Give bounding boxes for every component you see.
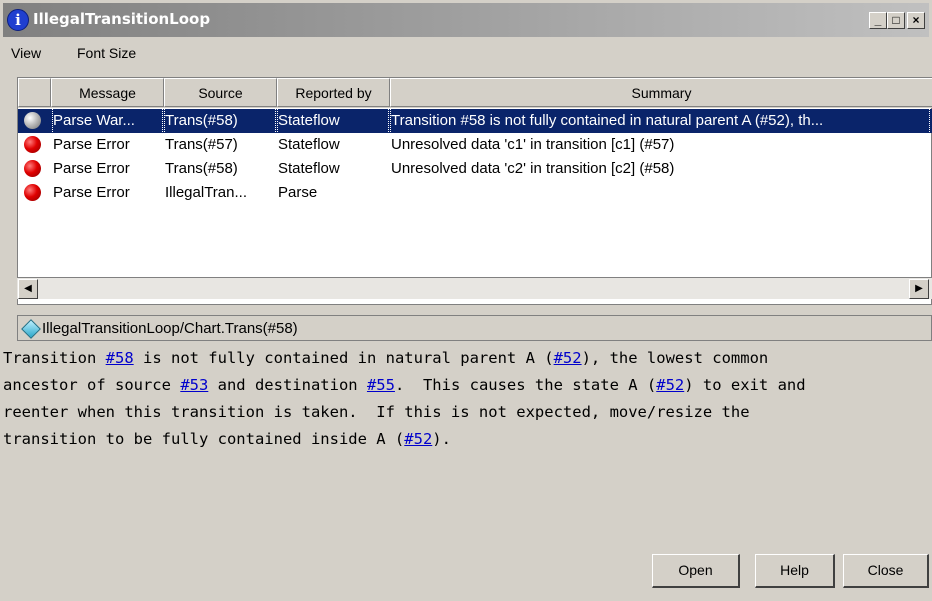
link-52[interactable]: #52	[554, 349, 582, 367]
warning-icon	[24, 112, 41, 129]
detail-text: transition to be fully contained inside …	[3, 430, 405, 448]
row-summary: Unresolved data 'c1' in transition [c1] …	[391, 136, 675, 153]
info-icon: i	[7, 9, 29, 31]
detail-text: . This causes the state A (	[394, 376, 657, 394]
scroll-right-button[interactable]: ▶	[909, 279, 929, 299]
row-reported-by: Stateflow	[278, 136, 340, 153]
menu-bar: View Font Size	[3, 39, 929, 65]
title-bar[interactable]: i IllegalTransitionLoop _ □ ×	[3, 3, 929, 37]
window-title: IllegalTransitionLoop	[33, 10, 211, 28]
scroll-left-button[interactable]: ◀	[18, 279, 38, 299]
explorer-window: i IllegalTransitionLoop _ □ × View Font …	[0, 0, 932, 601]
link-55[interactable]: #55	[367, 376, 395, 394]
close-window-button[interactable]: ×	[907, 12, 925, 29]
row-source: Trans(#58)	[165, 160, 238, 177]
detail-text: ).	[432, 430, 451, 448]
table-header: Message Source Reported by Summary	[18, 78, 932, 108]
menu-font-size[interactable]: Font Size	[77, 45, 136, 61]
detail-text: is not fully contained in natural parent…	[133, 349, 554, 367]
error-icon	[24, 184, 41, 201]
detail-text: ), the lowest common	[581, 349, 769, 367]
row-message: Parse Error	[53, 160, 130, 177]
icon-column-header[interactable]	[18, 78, 51, 107]
row-source: IllegalTran...	[165, 184, 247, 201]
column-header-source[interactable]: Source	[164, 78, 277, 107]
row-source: Trans(#58)	[164, 108, 276, 134]
link-53[interactable]: #53	[180, 376, 208, 394]
horizontal-scrollbar[interactable]: ◀ ▶	[17, 277, 932, 299]
row-message: Parse Error	[53, 136, 130, 153]
message-table: Message Source Reported by Summary Parse…	[17, 77, 932, 305]
table-row[interactable]: Parse Error Trans(#57) Stateflow Unresol…	[18, 133, 932, 157]
table-row[interactable]: Parse War... Trans(#58) Stateflow Transi…	[18, 108, 932, 134]
object-path: IllegalTransitionLoop/Chart.Trans(#58)	[42, 320, 298, 337]
message-detail: Transition #58 is not fully contained in…	[3, 345, 931, 453]
detail-text: reenter when this transition is taken. I…	[3, 403, 750, 421]
close-button[interactable]: Close	[843, 554, 929, 588]
menu-view[interactable]: View	[11, 45, 41, 61]
maximize-button[interactable]: □	[887, 12, 905, 29]
help-button[interactable]: Help	[755, 554, 835, 588]
table-row[interactable]: Parse Error Trans(#58) Stateflow Unresol…	[18, 157, 932, 181]
row-summary	[391, 181, 929, 205]
error-icon	[24, 160, 41, 177]
detail-text: ) to exit and	[684, 376, 806, 394]
link-52[interactable]: #52	[404, 430, 432, 448]
row-reported-by: Parse	[278, 184, 318, 201]
row-reported-by: Stateflow	[278, 160, 340, 177]
row-summary: Transition #58 is not fully contained in…	[390, 108, 930, 134]
error-icon	[24, 136, 41, 153]
column-header-summary[interactable]: Summary	[390, 78, 932, 107]
link-52[interactable]: #52	[656, 376, 684, 394]
object-path-bar: IllegalTransitionLoop/Chart.Trans(#58)	[17, 315, 932, 341]
row-source: Trans(#57)	[165, 136, 238, 153]
row-message: Parse Error	[53, 184, 130, 201]
detail-text: Transition	[3, 349, 106, 367]
open-button[interactable]: Open	[652, 554, 740, 588]
minimize-button[interactable]: _	[869, 12, 887, 29]
row-reported-by: Stateflow	[277, 108, 389, 134]
column-header-reported-by[interactable]: Reported by	[277, 78, 390, 107]
transition-icon	[21, 319, 41, 339]
column-header-message[interactable]: Message	[51, 78, 164, 107]
row-message: Parse War...	[52, 108, 163, 134]
row-summary: Unresolved data 'c2' in transition [c2] …	[391, 160, 675, 177]
detail-text: and destination	[208, 376, 367, 394]
link-58[interactable]: #58	[106, 349, 134, 367]
detail-text: ancestor of source	[3, 376, 181, 394]
table-row[interactable]: Parse Error IllegalTran... Parse	[18, 181, 932, 205]
